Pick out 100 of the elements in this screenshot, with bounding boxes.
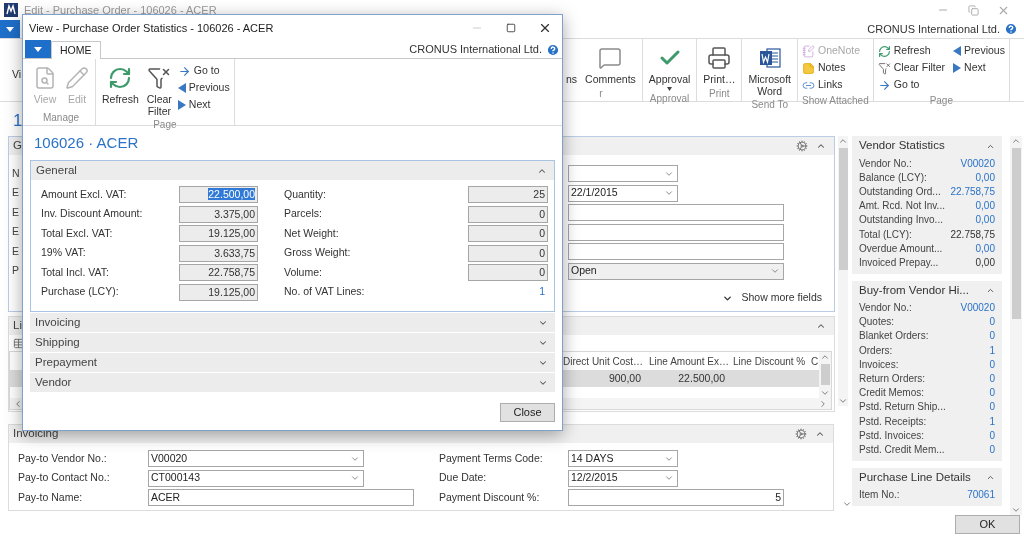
ok-button[interactable]: OK: [955, 515, 1020, 534]
factbox-link[interactable]: V00020: [960, 155, 995, 171]
factbox-label: Amt. Rcd. Not Inv...: [859, 199, 945, 214]
value-field[interactable]: 19.125,00: [179, 283, 258, 301]
word-button[interactable]: Microsoft Word: [746, 43, 793, 97]
chevron-up-icon[interactable]: [816, 321, 826, 331]
ribbon-button[interactable]: ns: [564, 43, 580, 85]
value-field[interactable]: 3.375,00: [179, 205, 258, 223]
dropdown-field[interactable]: 12/2/2015: [568, 469, 678, 487]
value-field[interactable]: 0: [468, 264, 548, 282]
section-header[interactable]: Vendor: [30, 373, 555, 392]
value-field[interactable]: 0: [468, 225, 548, 243]
chevron-up-icon[interactable]: [986, 286, 995, 295]
go-to-button[interactable]: Go to: [877, 77, 946, 93]
factbox-link[interactable]: 0: [989, 328, 995, 344]
value-field[interactable]: 25: [468, 186, 548, 204]
factbox-link[interactable]: 0: [989, 385, 995, 401]
scrollbar-thumb[interactable]: [820, 364, 830, 385]
notes-button[interactable]: Notes: [802, 60, 861, 76]
factbox-link[interactable]: 0,00: [975, 240, 995, 256]
next-button[interactable]: Next: [953, 60, 1005, 76]
value-field[interactable]: 22.758,75: [179, 264, 258, 282]
text-field[interactable]: ACER: [148, 489, 414, 507]
number-field[interactable]: 5: [568, 489, 784, 507]
close-button[interactable]: Close: [500, 403, 555, 422]
chevron-left-icon[interactable]: [13, 398, 23, 409]
factbox-link[interactable]: 0: [989, 356, 995, 372]
value-field[interactable]: 3.633,75: [179, 244, 258, 262]
value-field[interactable]: 19.125,00: [179, 225, 258, 243]
field-label: Amount Excl. VAT:: [40, 186, 128, 202]
column-header[interactable]: C: [811, 353, 819, 369]
triangle-right-icon: [177, 100, 186, 110]
dropdown-field[interactable]: [568, 165, 678, 183]
chevron-right-icon[interactable]: [818, 398, 828, 409]
previous-button[interactable]: Previous: [953, 43, 1005, 59]
factbox-link[interactable]: 22.758,75: [950, 183, 995, 199]
text-field[interactable]: [568, 223, 784, 241]
dropdown-field[interactable]: V00020: [148, 450, 364, 468]
links-button[interactable]: Links: [802, 77, 861, 93]
comment-button[interactable]: Comments: [583, 43, 638, 85]
text-field[interactable]: [568, 204, 784, 222]
factbox-link[interactable]: 0: [989, 427, 995, 443]
factbox-link[interactable]: V00020: [960, 300, 995, 316]
gear-icon[interactable]: [796, 140, 808, 152]
section-header[interactable]: Invoicing: [30, 313, 555, 332]
section-header[interactable]: Prepayment: [30, 353, 555, 372]
previous-button[interactable]: Previous: [177, 80, 230, 96]
column-header[interactable]: Line Discount %: [733, 353, 811, 369]
refresh-button[interactable]: Refresh: [100, 63, 141, 105]
printer-button[interactable]: Print…: [701, 43, 738, 85]
scrollbar[interactable]: [819, 352, 831, 398]
chevron-up-icon[interactable]: [815, 429, 825, 439]
ribbon-tab[interactable]: HOME: [51, 41, 101, 59]
dropdown-field[interactable]: Open: [568, 262, 784, 280]
scrollbar-thumb[interactable]: [1011, 148, 1021, 319]
chevron-up-icon[interactable]: [838, 136, 848, 146]
table-icon[interactable]: [13, 337, 24, 349]
dropdown-field[interactable]: CT000143: [148, 469, 364, 487]
scrollbar-thumb[interactable]: [838, 148, 848, 270]
value-field[interactable]: 0: [468, 244, 548, 262]
clear-filter-button[interactable]: Clear Filter: [144, 63, 174, 117]
column-header[interactable]: Direct Unit Cost…: [563, 353, 649, 369]
chevron-up-icon[interactable]: [816, 141, 826, 151]
factbox-link[interactable]: 0,00: [975, 212, 995, 228]
factbox-link[interactable]: 0: [989, 371, 995, 387]
check-button[interactable]: Approval: [646, 43, 693, 91]
factbox-link[interactable]: 0: [989, 314, 995, 330]
chevron-up-icon[interactable]: [1011, 136, 1021, 146]
factbox-link[interactable]: 0,00: [975, 198, 995, 214]
factbox-link[interactable]: 0: [989, 441, 995, 457]
chevron-up-icon[interactable]: [820, 352, 830, 362]
refresh-button[interactable]: Refresh: [877, 43, 946, 59]
clear-filter-button[interactable]: Clear Filter: [877, 60, 946, 76]
chevron-down-icon[interactable]: [1011, 505, 1021, 515]
value-field[interactable]: 22.500,00: [179, 186, 258, 204]
value-link[interactable]: 1: [468, 284, 548, 301]
factbox-link[interactable]: 70061: [967, 487, 995, 503]
show-more-fields-button[interactable]: Show more fields: [722, 289, 822, 307]
value-field[interactable]: 0: [468, 205, 548, 223]
dropdown-field[interactable]: 14 DAYS: [568, 450, 678, 468]
help-icon[interactable]: [546, 42, 560, 57]
scrollbar[interactable]: [838, 136, 848, 406]
factbox-link[interactable]: 1: [989, 342, 995, 358]
section-header[interactable]: Shipping: [30, 333, 555, 352]
app-menu-button[interactable]: [25, 40, 51, 58]
next-button[interactable]: Next: [177, 97, 230, 113]
column-header[interactable]: Line Amount Ex…: [649, 353, 733, 369]
go-to-button[interactable]: Go to: [177, 63, 230, 79]
field-label: Total Excl. VAT:: [40, 225, 114, 241]
dialog-heading: 106026 · ACER: [34, 132, 139, 153]
factbox-link[interactable]: 0,00: [975, 169, 995, 185]
dropdown-field[interactable]: 22/1/2015: [568, 184, 678, 202]
section-header[interactable]: General: [31, 161, 554, 180]
text-field[interactable]: [568, 243, 784, 261]
factbox-link[interactable]: 1: [989, 413, 995, 429]
factbox-link[interactable]: 0: [989, 399, 995, 415]
gear-icon[interactable]: [795, 428, 807, 440]
help-icon[interactable]: [1004, 22, 1018, 36]
app-menu-button[interactable]: [0, 20, 20, 38]
scrollbar[interactable]: [1010, 136, 1022, 515]
